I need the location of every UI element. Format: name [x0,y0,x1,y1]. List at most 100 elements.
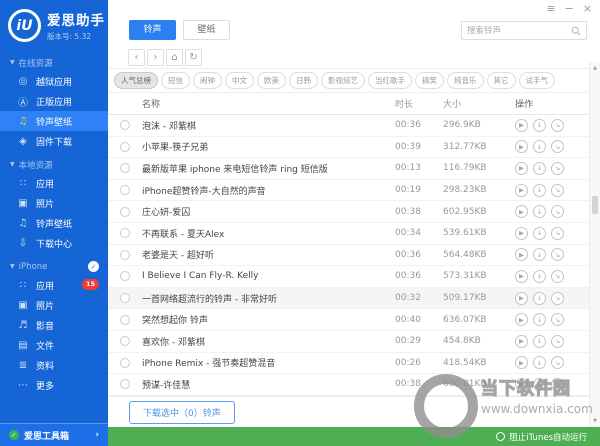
sidebar-item-1-2[interactable]: ♫铃声壁纸 [0,213,108,233]
play-button[interactable]: ▶ [515,292,528,305]
download-button[interactable]: ↓ [533,292,546,305]
play-button[interactable]: ▶ [515,248,528,261]
scrollbar[interactable]: ▲ ▼ [589,62,600,427]
category-pill[interactable]: 欧美 [257,72,286,89]
sidebar-section-header-0[interactable]: ▼在线资源 [0,54,108,71]
row-checkbox[interactable] [120,163,130,173]
play-button[interactable]: ▶ [515,378,528,391]
row-checkbox[interactable] [120,293,130,303]
play-button[interactable]: ▶ [515,313,528,326]
table-row[interactable]: 小苹果-筷子兄弟00:39312.77KB▶↓↘ [108,137,589,159]
refresh-button[interactable]: ↻ [185,49,202,66]
menu-icon[interactable]: ≡ [546,3,555,14]
play-button[interactable]: ▶ [515,162,528,175]
category-pill[interactable]: 短信 [161,72,190,89]
category-pill[interactable]: 闹钟 [193,72,222,89]
download-button[interactable]: ↓ [533,356,546,369]
table-row[interactable]: iPhone超赞铃声-大自然的声音00:19298.23KB▶↓↘ [108,180,589,202]
row-checkbox[interactable] [120,358,130,368]
download-button[interactable]: ↓ [533,335,546,348]
sidebar-item-0-2[interactable]: ♫铃声壁纸 [0,111,108,131]
tab-wallpaper[interactable]: 壁纸 [183,20,230,40]
category-pill[interactable]: 人气总榜 [114,72,158,89]
category-pill[interactable]: 试手气 [519,72,556,89]
table-row[interactable]: 一首网络超流行的铃声 - 非常好听00:32509.17KB▶↓↘ [108,288,589,310]
home-button[interactable]: ⌂ [166,49,183,66]
minimize-icon[interactable]: − [565,3,574,14]
row-checkbox[interactable] [120,185,130,195]
row-checkbox[interactable] [120,315,130,325]
sidebar-section-header-2[interactable]: ▼iPhone✓ [0,258,108,275]
play-button[interactable]: ▶ [515,184,528,197]
import-button[interactable]: ↘ [551,205,564,218]
row-checkbox[interactable] [120,271,130,281]
download-button[interactable]: ↓ [533,140,546,153]
import-button[interactable]: ↘ [551,270,564,283]
table-row[interactable]: 预谋-许佳慧00:38600.81KB▶↓↘ [108,374,589,396]
import-button[interactable]: ↘ [551,140,564,153]
block-itunes-checkbox[interactable] [496,432,505,441]
play-button[interactable]: ▶ [515,356,528,369]
sidebar-item-2-5[interactable]: ⋯更多 [0,375,108,395]
download-selected-button[interactable]: 下载选中（0）铃声 [129,401,235,424]
toolbox-bar[interactable]: ✓ 爱思工具箱 › [0,423,108,446]
table-row[interactable]: I Believe I Can Fly-R. Kelly00:36573.31K… [108,266,589,288]
import-button[interactable]: ↘ [551,335,564,348]
table-row[interactable]: 突然想起你 铃声00:40636.07KB▶↓↘ [108,309,589,331]
play-button[interactable]: ▶ [515,227,528,240]
close-icon[interactable]: × [583,3,592,14]
sidebar-item-2-3[interactable]: ▤文件 [0,335,108,355]
category-pill[interactable]: 当红歌手 [368,72,412,89]
scrollbar-thumb[interactable] [592,196,598,214]
download-button[interactable]: ↓ [533,248,546,261]
play-button[interactable]: ▶ [515,270,528,283]
category-pill[interactable]: 日韩 [289,72,318,89]
table-row[interactable]: 不再联系 - 夏天Alex00:34539.61KB▶↓↘ [108,223,589,245]
sidebar-item-0-0[interactable]: ◎越狱应用 [0,71,108,91]
import-button[interactable]: ↘ [551,313,564,326]
sidebar-item-2-2[interactable]: ♬影音 [0,315,108,335]
play-button[interactable]: ▶ [515,140,528,153]
import-button[interactable]: ↘ [551,162,564,175]
table-row[interactable]: 老婆是天 - 超好听00:36564.48KB▶↓↘ [108,245,589,267]
import-button[interactable]: ↘ [551,119,564,132]
category-pill[interactable]: 其它 [487,72,516,89]
play-button[interactable]: ▶ [515,119,528,132]
sidebar-item-1-0[interactable]: ∷应用 [0,173,108,193]
sidebar-item-1-3[interactable]: ⇩下载中心 [0,233,108,253]
download-button[interactable]: ↓ [533,205,546,218]
import-button[interactable]: ↘ [551,292,564,305]
import-button[interactable]: ↘ [551,184,564,197]
table-row[interactable]: 泡沫 - 邓紫棋00:36296.9KB▶↓↘ [108,115,589,137]
sidebar-item-2-1[interactable]: ▣照片 [0,295,108,315]
download-button[interactable]: ↓ [533,227,546,240]
search-input[interactable] [467,26,571,36]
sidebar-item-2-4[interactable]: ≣资料 [0,355,108,375]
row-checkbox[interactable] [120,379,130,389]
sidebar-item-0-3[interactable]: ◈固件下载 [0,131,108,151]
download-button[interactable]: ↓ [533,184,546,197]
import-button[interactable]: ↘ [551,248,564,261]
table-row[interactable]: 喜欢你 - 邓紫棋00:29454.8KB▶↓↘ [108,331,589,353]
download-button[interactable]: ↓ [533,119,546,132]
row-checkbox[interactable] [120,250,130,260]
import-button[interactable]: ↘ [551,356,564,369]
category-pill[interactable]: 中文 [225,72,254,89]
tab-ringtone[interactable]: 铃声 [129,20,176,40]
sidebar-item-2-0[interactable]: ∷应用15 [0,275,108,295]
download-button[interactable]: ↓ [533,378,546,391]
row-checkbox[interactable] [120,228,130,238]
table-row[interactable]: 庄心妍-爱囚00:38602.95KB▶↓↘ [108,201,589,223]
table-row[interactable]: iPhone Remix - 强节奏超赞混音00:26418.54KB▶↓↘ [108,353,589,375]
category-pill[interactable]: 搞笑 [415,72,444,89]
scroll-up-icon[interactable]: ▲ [590,65,600,71]
sidebar-section-header-1[interactable]: ▼本地资源 [0,156,108,173]
search-box[interactable] [461,21,587,40]
row-checkbox[interactable] [120,336,130,346]
play-button[interactable]: ▶ [515,205,528,218]
scroll-down-icon[interactable]: ▼ [590,418,600,424]
forward-button[interactable]: › [147,49,164,66]
download-button[interactable]: ↓ [533,270,546,283]
category-pill[interactable]: 纯音乐 [447,72,484,89]
category-pill[interactable]: 影视综艺 [321,72,365,89]
